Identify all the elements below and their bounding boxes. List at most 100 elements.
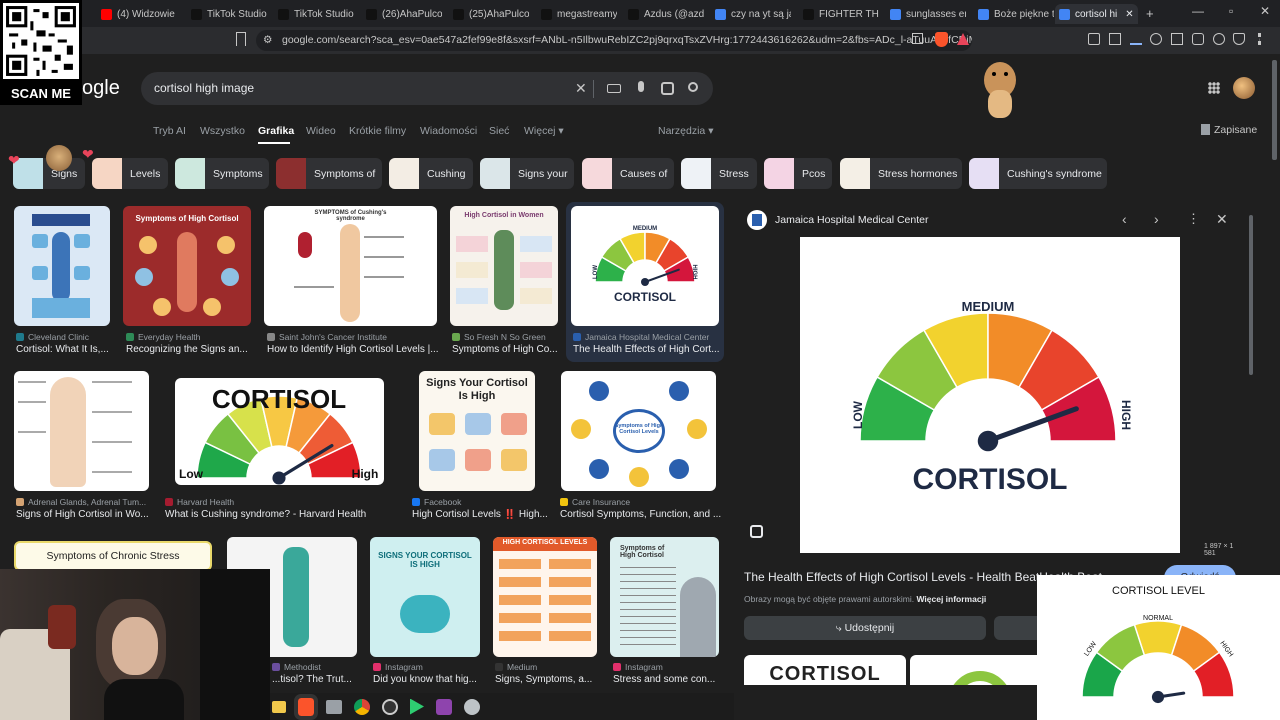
nav-item-3[interactable]: Grafika bbox=[258, 125, 294, 137]
result-source[interactable]: Jamaica Hospital Medical Center bbox=[573, 332, 755, 342]
music-icon[interactable] bbox=[1150, 33, 1163, 45]
more-options-icon[interactable]: ⋮ bbox=[1187, 211, 1200, 227]
result-title[interactable]: Did you know that hig... bbox=[373, 674, 485, 685]
result-thumb-5[interactable]: MEDIUM LOW HIGH CORTISOL bbox=[571, 206, 719, 326]
keyboard-icon[interactable] bbox=[607, 84, 621, 93]
result-source[interactable]: Everyday Health bbox=[126, 332, 286, 342]
result-title[interactable]: High Cortisol Levels ‼️ High... bbox=[412, 509, 552, 520]
result-source[interactable]: Instagram bbox=[373, 662, 515, 672]
share-page-icon[interactable] bbox=[912, 33, 923, 44]
result-thumb-10[interactable]: Symptoms of Chronic Stress bbox=[14, 541, 212, 571]
result-title[interactable]: How to Identify High Cortisol Levels |..… bbox=[267, 344, 445, 355]
chip-5[interactable]: Cushing bbox=[389, 158, 473, 189]
menu-icon[interactable] bbox=[1258, 33, 1270, 45]
result-thumb-4[interactable]: High Cortisol in Women bbox=[450, 206, 558, 326]
related-thumb-1[interactable]: CORTISOL bbox=[744, 655, 906, 685]
close-tab-icon[interactable]: ✕ bbox=[1125, 9, 1133, 20]
prev-image-icon[interactable]: ‹ bbox=[1122, 211, 1127, 227]
nav-item-5[interactable]: Krótkie filmy bbox=[349, 125, 406, 137]
chip-11[interactable]: Cushing's syndrome bbox=[969, 158, 1107, 189]
result-source[interactable]: Harvard Health bbox=[165, 497, 405, 507]
share-button[interactable]: ⤷ Udostępnij bbox=[744, 616, 986, 640]
search-input[interactable]: cortisol high image bbox=[154, 81, 254, 95]
result-title[interactable]: What is Cushing syndrome? - Harvard Heal… bbox=[165, 509, 375, 520]
tools-button[interactable]: Narzędzia ▾ bbox=[658, 125, 713, 137]
tab-9[interactable]: FIGHTER THRO bbox=[799, 4, 879, 24]
puzzle-icon[interactable] bbox=[1088, 33, 1100, 45]
nav-item-8[interactable]: Więcej ▾ bbox=[524, 125, 564, 137]
close-window-icon[interactable]: ✕ bbox=[1260, 4, 1270, 18]
chip-4[interactable]: Symptoms of bbox=[276, 158, 382, 189]
tab-12[interactable]: cortisol hi ✕ bbox=[1055, 4, 1138, 24]
chip-10[interactable]: Stress hormones bbox=[840, 158, 962, 189]
result-thumb-6[interactable] bbox=[14, 371, 149, 491]
download-icon[interactable] bbox=[1129, 33, 1142, 45]
wallet-icon[interactable] bbox=[1191, 33, 1204, 45]
extensions-icons[interactable] bbox=[1088, 33, 1270, 47]
saved-link[interactable]: Zapisane bbox=[1214, 124, 1257, 136]
url-field[interactable]: ⚙ google.com/search?sca_esv=0ae547a2fef9… bbox=[256, 30, 972, 51]
tab-3[interactable]: TikTok Studio bbox=[274, 4, 354, 24]
result-thumb-1[interactable] bbox=[14, 206, 110, 326]
shield-icon[interactable] bbox=[1233, 33, 1246, 45]
related-thumb-2[interactable] bbox=[910, 655, 1050, 685]
tab-10[interactable]: sunglasses em bbox=[886, 4, 966, 24]
avatar[interactable] bbox=[1233, 77, 1255, 99]
site-settings-icon[interactable]: ⚙ bbox=[263, 30, 272, 51]
app-icon-7[interactable] bbox=[436, 698, 452, 715]
result-thumb-12[interactable]: SIGNS YOUR CORTISOL IS HIGH bbox=[370, 537, 480, 657]
chip-8[interactable]: Stress bbox=[681, 158, 757, 189]
result-title[interactable]: Recognizing the Signs an... bbox=[126, 344, 256, 355]
result-thumb-3[interactable]: SYMPTOMS of Cushing's syndrome bbox=[264, 206, 437, 326]
result-source[interactable]: Saint John's Cancer Institute bbox=[267, 332, 475, 342]
result-thumb-13[interactable]: HIGH CORTISOL LEVELS bbox=[493, 537, 597, 657]
result-title[interactable]: Signs, Symptoms, a... bbox=[495, 674, 605, 685]
close-panel-icon[interactable]: ✕ bbox=[1216, 211, 1228, 228]
brave-rewards-icon[interactable] bbox=[957, 33, 969, 45]
sidebar-icon[interactable] bbox=[1171, 33, 1183, 45]
tab-11[interactable]: Boże piękne to bbox=[974, 4, 1054, 24]
app-icon-6[interactable] bbox=[410, 698, 424, 715]
lens-search-icon[interactable] bbox=[750, 525, 763, 538]
result-thumb-14[interactable]: Symptoms of High Cortisol bbox=[610, 537, 719, 657]
tab-1[interactable]: (4) Widzowie na bbox=[97, 4, 177, 24]
new-tab-icon[interactable]: + bbox=[1146, 6, 1154, 21]
next-image-icon[interactable]: › bbox=[1154, 211, 1159, 227]
result-title[interactable]: The Health Effects of High Cort... bbox=[573, 344, 725, 355]
tab-6[interactable]: megastreamy c bbox=[537, 4, 617, 24]
screenshot-icon[interactable] bbox=[1108, 33, 1121, 45]
nav-item-7[interactable]: Sieć bbox=[489, 125, 509, 137]
page-scrollbar[interactable] bbox=[1272, 60, 1277, 160]
tab-5[interactable]: (25)AhaPulco (i bbox=[449, 4, 529, 24]
result-title[interactable]: Symptoms of High Co... bbox=[452, 344, 567, 355]
result-title[interactable]: Stress and some con... bbox=[613, 674, 729, 685]
lens-icon[interactable] bbox=[661, 82, 674, 95]
preview-image[interactable]: MEDIUM LOW HIGH CORTISOL bbox=[800, 237, 1180, 553]
microphone-icon[interactable] bbox=[638, 81, 644, 92]
more-info-link[interactable]: Więcej informacji bbox=[916, 594, 986, 604]
nav-item-4[interactable]: Wideo bbox=[306, 125, 336, 137]
chip-7[interactable]: Causes of bbox=[582, 158, 674, 189]
tab-4[interactable]: (26)AhaPulco (i bbox=[362, 4, 442, 24]
panel-scrollbar[interactable] bbox=[1249, 215, 1253, 375]
result-thumb-9[interactable]: Symptoms of High Cortisol Levels bbox=[561, 371, 716, 491]
tab-8[interactable]: czy na yt są jaki bbox=[711, 4, 791, 24]
nav-item-2[interactable]: Wszystko bbox=[200, 125, 245, 137]
chrome-icon[interactable] bbox=[354, 698, 370, 715]
vpn-icon[interactable] bbox=[1212, 33, 1225, 45]
chip-9[interactable]: Pcos bbox=[764, 158, 832, 189]
result-source[interactable]: Facebook bbox=[412, 497, 582, 507]
brave-shields-icon[interactable] bbox=[935, 32, 948, 47]
result-source[interactable]: Care Insurance bbox=[560, 497, 758, 507]
maximize-icon[interactable]: ▫ bbox=[1229, 4, 1233, 18]
search-box[interactable]: cortisol high image ✕ bbox=[141, 72, 713, 105]
google-logo[interactable]: ogle bbox=[82, 77, 120, 100]
search-icon[interactable] bbox=[688, 82, 698, 92]
app-icon-3[interactable] bbox=[326, 699, 342, 714]
nav-item-1[interactable]: Tryb AI bbox=[153, 125, 186, 137]
app-icon-8[interactable] bbox=[464, 698, 480, 715]
file-explorer-icon[interactable] bbox=[272, 700, 286, 713]
result-title[interactable]: ...tisol? The Trut... bbox=[272, 674, 362, 685]
result-thumb-8[interactable]: Signs Your Cortisol Is High bbox=[419, 371, 535, 491]
bookmark-icon[interactable] bbox=[236, 32, 246, 46]
